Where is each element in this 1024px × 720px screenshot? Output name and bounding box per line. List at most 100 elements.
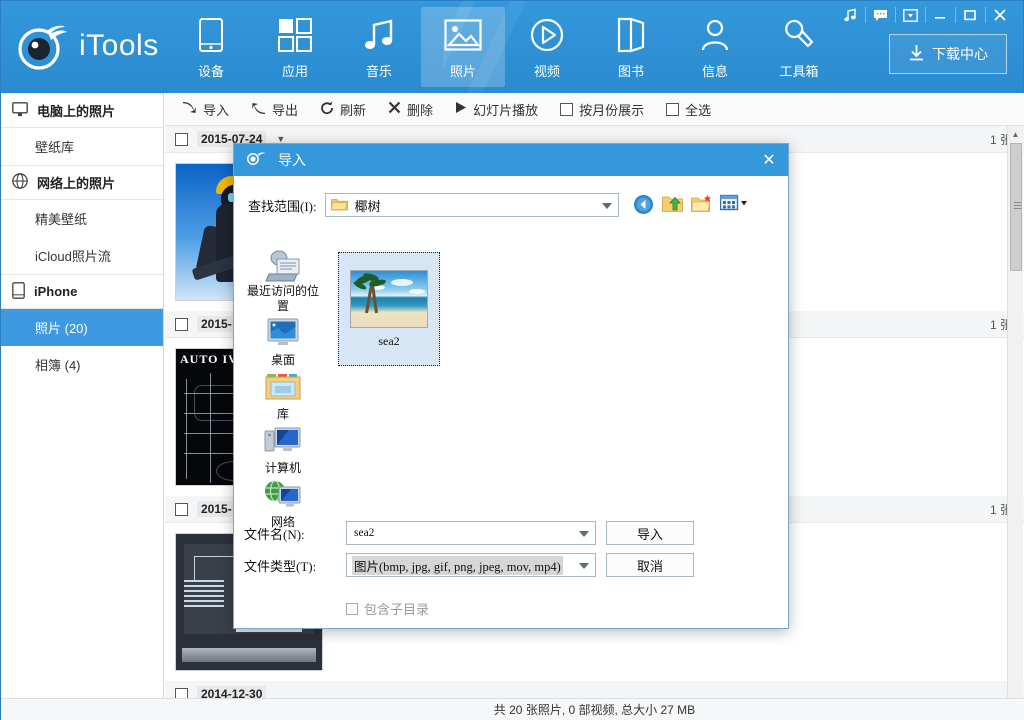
filetype-value: 图片(bmp, jpg, gif, png, jpeg, mov, mp4) [352,555,563,575]
date-header-row[interactable]: 2014-12-30 [165,681,1024,698]
views-icon[interactable] [719,194,748,216]
refresh-button[interactable]: 刷新 [311,97,375,122]
place-recent[interactable]: 最近访问的位置 [245,248,321,314]
nav-item-photos[interactable]: 照片 [421,7,505,87]
import-button[interactable]: 导入 [173,97,238,122]
place-label: 库 [276,407,289,421]
place-computer[interactable]: 计算机 [245,425,321,476]
nav-item-music[interactable]: 音乐 [337,7,421,87]
sidebar-item-icloud-photostream[interactable]: iCloud照片流 [1,237,163,274]
library-folder-icon [263,371,303,407]
desktop-icon [263,317,303,353]
sidebar-group-computer[interactable]: 电脑上的照片 [1,93,163,128]
filename-input[interactable]: sea2 [346,521,596,545]
nav-label: 工具箱 [779,63,819,79]
monitor-icon [12,101,28,120]
music-icon [361,15,397,55]
look-in-row: 查找范围(I): 椰树 [248,192,778,218]
dialog-close-icon[interactable]: ✕ [756,148,782,172]
dialog-title: 导入 [278,152,306,168]
content-toolbar: 导入 导出 刷新 删除 幻灯片播放 按月份展示 全选 [165,93,1024,126]
look-in-value: 椰树 [354,198,381,214]
delete-button[interactable]: 删除 [379,97,442,122]
back-icon[interactable] [633,194,655,216]
scrollbar-grip-icon [1014,202,1021,209]
refresh-icon [320,101,334,118]
maximize-icon[interactable] [955,2,985,28]
look-in-combo[interactable]: 椰树 [324,193,619,217]
filename-value: sea2 [354,527,375,539]
chevron-down-icon[interactable] [579,531,589,537]
row-checkbox[interactable] [175,132,188,146]
place-desktop[interactable]: 桌面 [245,317,321,368]
show-by-month-button[interactable]: 按月份展示 [551,97,653,122]
checkbox-icon[interactable] [666,102,680,116]
status-bar: 共 20 张照片, 0 部视频, 总大小 27 MB [165,698,1024,720]
sidebar-item-label: iCloud照片流 [35,249,111,264]
sidebar-item-fine-wallpaper[interactable]: 精美壁纸 [1,200,163,237]
dialog-file-list[interactable]: sea2 [338,252,776,548]
row-checkbox[interactable] [175,317,188,331]
row-checkbox[interactable] [175,502,188,516]
messages-icon [699,15,731,55]
toolbar-label: 导出 [272,102,299,118]
checkbox-icon[interactable] [560,102,574,116]
scrollbar-thumb[interactable] [1010,143,1022,271]
filetype-select[interactable]: 图片(bmp, jpg, gif, png, jpeg, mov, mp4) [346,553,596,577]
slideshow-button[interactable]: 幻灯片播放 [446,97,547,122]
include-subdir-label: 包含子目录 [364,602,430,617]
close-icon[interactable] [985,2,1015,28]
select-all-button[interactable]: 全选 [657,97,720,122]
play-triangle-icon [455,101,467,117]
sidebar-item-albums[interactable]: 相簿 (4) [1,346,163,383]
place-library[interactable]: 库 [245,371,321,422]
chat-bubble-icon[interactable] [865,2,895,28]
dropdown-box-icon[interactable] [895,2,925,28]
dialog-nav-icons [633,194,748,216]
toolbar-label: 刷新 [340,102,367,118]
toolbar-label: 幻灯片播放 [473,102,539,118]
up-folder-icon[interactable] [661,194,684,216]
dialog-title-bar: 导入 ✕ [234,144,788,176]
place-label: 桌面 [270,353,295,367]
cancel-button[interactable]: 取消 [606,553,694,577]
scroll-up-icon[interactable]: ▲ [1008,126,1023,142]
export-arrow-icon [251,101,266,118]
sidebar-group-network[interactable]: 网络上的照片 [1,165,163,200]
sidebar-item-label: 精美壁纸 [35,212,88,227]
download-center-button[interactable]: 下载中心 [889,34,1007,74]
nav-label: 视频 [533,63,560,79]
file-item-sea2[interactable]: sea2 [338,252,440,366]
import-confirm-button[interactable]: 导入 [606,521,694,545]
delete-x-icon [388,101,401,117]
sidebar-group-label: iPhone [34,284,78,299]
new-folder-icon[interactable] [690,194,713,216]
sidebar-item-label: 相簿 (4) [35,358,81,373]
nav-item-books[interactable]: 图书 [589,7,673,87]
include-subdir-row[interactable]: 包含子目录 [346,599,776,618]
nav-label: 图书 [617,63,644,79]
sidebar-group-label: 网络上的照片 [37,176,116,191]
chevron-down-icon[interactable] [579,563,589,569]
music-note-icon[interactable] [835,2,865,28]
nav-item-apps[interactable]: 应用 [253,7,337,87]
photos-icon [444,15,482,55]
place-label: 计算机 [264,461,301,475]
sidebar-item-wallpaper-library[interactable]: 壁纸库 [1,128,163,165]
folder-icon [330,197,348,214]
sidebar-group-iphone[interactable]: iPhone [1,274,163,309]
export-button[interactable]: 导出 [242,97,307,122]
checkbox-icon[interactable] [346,602,358,615]
apps-icon [278,15,312,55]
chevron-down-icon[interactable] [601,203,612,209]
nav-item-messages[interactable]: 信息 [673,7,757,87]
vertical-scrollbar[interactable]: ▲ [1007,126,1023,698]
nav-item-video[interactable]: 视频 [505,7,589,87]
nav-item-toolbox[interactable]: 工具箱 [757,7,841,87]
row-checkbox[interactable] [175,687,188,698]
minimize-icon[interactable] [925,2,955,28]
sidebar-item-photos[interactable]: 照片 (20) [1,309,163,346]
nav-item-device[interactable]: 设备 [169,7,253,87]
itools-eye-icon [246,150,266,171]
books-icon [616,15,646,55]
